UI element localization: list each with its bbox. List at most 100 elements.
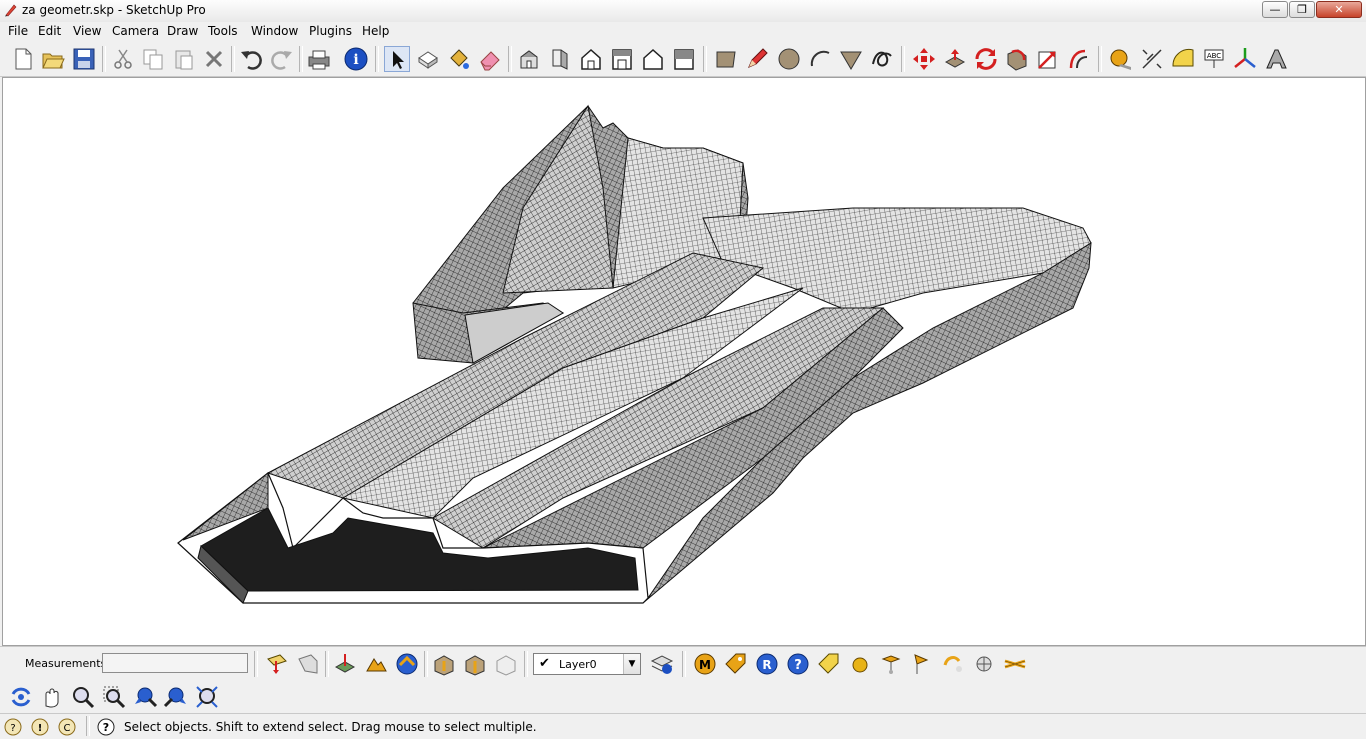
plugin-curve-icon[interactable]: [940, 651, 966, 677]
main-toolbar: i ABC: [0, 42, 1366, 77]
paste-icon[interactable]: [171, 46, 197, 72]
plugin-tag-icon[interactable]: [723, 651, 749, 677]
plugin-globe-icon[interactable]: [971, 651, 997, 677]
mesh-model-drawing[interactable]: [3, 78, 1365, 645]
svg-text:M: M: [699, 658, 711, 672]
close-button[interactable]: ✕: [1316, 1, 1362, 18]
section-display-icon[interactable]: [295, 651, 321, 677]
polygon-icon[interactable]: [838, 46, 864, 72]
zoom-icon[interactable]: [70, 684, 96, 710]
make-component-icon[interactable]: [415, 46, 441, 72]
scale-icon[interactable]: [1035, 46, 1061, 72]
svg-text:!: !: [38, 723, 43, 734]
push-pull-icon[interactable]: [942, 46, 968, 72]
preview-google-earth-icon[interactable]: [394, 651, 420, 677]
layer-visible-check[interactable]: ✔: [539, 656, 550, 671]
left-view-icon[interactable]: [671, 46, 697, 72]
plugin-m-icon[interactable]: M: [692, 651, 718, 677]
model-viewport[interactable]: [2, 77, 1366, 646]
sketchup-app-icon: [5, 4, 17, 17]
dimension-icon[interactable]: [1139, 46, 1165, 72]
eraser-icon[interactable]: [477, 46, 503, 72]
menu-help[interactable]: Help: [362, 24, 389, 38]
paint-bucket-icon[interactable]: [446, 46, 472, 72]
menu-draw[interactable]: Draw: [167, 24, 198, 38]
back-view-icon[interactable]: [640, 46, 666, 72]
add-location-icon[interactable]: [332, 651, 358, 677]
copyright-icon[interactable]: C: [57, 717, 77, 737]
minimize-button[interactable]: —: [1262, 1, 1288, 18]
layer-name: Layer0: [559, 658, 597, 671]
move-icon[interactable]: [911, 46, 937, 72]
right-view-icon[interactable]: [609, 46, 635, 72]
circle-icon[interactable]: [776, 46, 802, 72]
layer-dropdown[interactable]: ✔ Layer0 ▼: [533, 653, 641, 675]
offset-icon[interactable]: [1066, 46, 1092, 72]
credits-icon[interactable]: !: [30, 717, 50, 737]
rotate-icon[interactable]: [973, 46, 999, 72]
geo-location-icon[interactable]: ?: [3, 717, 23, 737]
svg-text:?: ?: [103, 721, 109, 734]
freehand-icon[interactable]: [869, 46, 895, 72]
pan-hand-icon[interactable]: [39, 684, 65, 710]
menu-window[interactable]: Window: [251, 24, 298, 38]
menu-view[interactable]: View: [73, 24, 101, 38]
menu-edit[interactable]: Edit: [38, 24, 61, 38]
copy-icon[interactable]: [140, 46, 166, 72]
cut-icon[interactable]: [110, 46, 136, 72]
arc-icon[interactable]: [807, 46, 833, 72]
previous-view-icon[interactable]: [132, 684, 158, 710]
tape-measure-icon[interactable]: [1108, 46, 1134, 72]
erase-x-icon[interactable]: [201, 46, 227, 72]
measurements-input[interactable]: [102, 653, 248, 673]
top-view-icon[interactable]: [578, 46, 604, 72]
open-file-icon[interactable]: [40, 46, 66, 72]
maximize-button[interactable]: ❐: [1289, 1, 1315, 18]
3d-text-icon[interactable]: [1263, 46, 1289, 72]
measurements-toolbar: Measurements ✔ Layer0 ▼ M R ?: [0, 646, 1366, 681]
svg-text:?: ?: [10, 723, 15, 734]
share-component-icon[interactable]: [493, 651, 519, 677]
plugin-label-icon[interactable]: [816, 651, 842, 677]
layer-manager-icon[interactable]: [649, 651, 675, 677]
menu-tools[interactable]: Tools: [208, 24, 238, 38]
print-icon[interactable]: [306, 46, 332, 72]
sphere-icon[interactable]: [847, 651, 873, 677]
orbit-icon[interactable]: [8, 684, 34, 710]
next-view-icon[interactable]: [163, 684, 189, 710]
iso-view-icon[interactable]: [516, 46, 542, 72]
svg-text:R: R: [762, 658, 771, 672]
chevron-down-icon[interactable]: ▼: [623, 654, 640, 674]
new-file-icon[interactable]: [10, 46, 36, 72]
rectangle-icon[interactable]: [713, 46, 739, 72]
plugin-r-icon[interactable]: R: [754, 651, 780, 677]
axes-icon[interactable]: [1232, 46, 1258, 72]
text-icon[interactable]: ABC: [1201, 46, 1227, 72]
plugin-stack-icon[interactable]: [878, 651, 904, 677]
save-icon[interactable]: [71, 46, 97, 72]
follow-me-icon[interactable]: [1004, 46, 1030, 72]
front-view-icon[interactable]: [547, 46, 573, 72]
zoom-window-icon[interactable]: [101, 684, 127, 710]
protractor-icon[interactable]: [1170, 46, 1196, 72]
share-model-icon[interactable]: [462, 651, 488, 677]
redo-icon[interactable]: [269, 46, 295, 72]
toggle-terrain-icon[interactable]: [363, 651, 389, 677]
undo-icon[interactable]: [238, 46, 264, 72]
get-models-icon[interactable]: [431, 651, 457, 677]
camera-toolbar: [0, 680, 1366, 712]
status-bar: ? ! C ? Select objects. Shift to extend …: [0, 713, 1366, 739]
pencil-icon[interactable]: [744, 46, 770, 72]
help-icon[interactable]: ?: [96, 717, 116, 737]
select-arrow-icon[interactable]: [384, 46, 410, 72]
zoom-extents-icon[interactable]: [194, 684, 220, 710]
section-plane-icon[interactable]: [264, 651, 290, 677]
menu-file[interactable]: File: [8, 24, 28, 38]
plugin-cross-icon[interactable]: [1002, 651, 1028, 677]
help-question-icon[interactable]: ?: [785, 651, 811, 677]
menu-camera[interactable]: Camera: [112, 24, 159, 38]
menu-plugins[interactable]: Plugins: [309, 24, 352, 38]
svg-text:?: ?: [794, 658, 802, 673]
model-info-icon[interactable]: i: [343, 46, 369, 72]
plugin-flag-icon[interactable]: [909, 651, 935, 677]
